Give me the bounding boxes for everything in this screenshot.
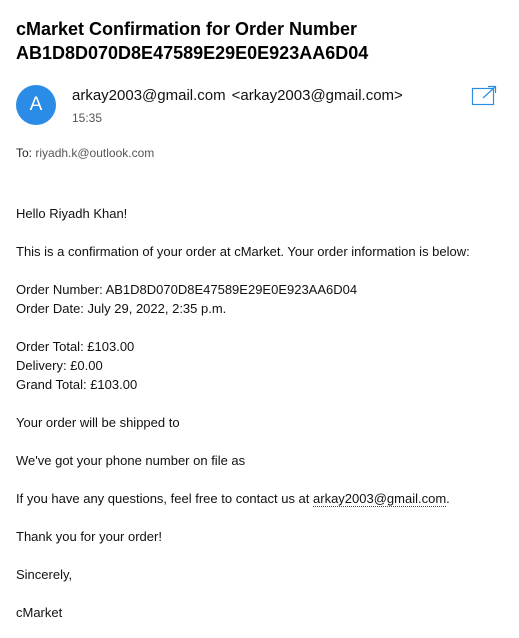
grand-total: Grand Total: £103.00 [16,377,138,392]
sender-line: arkay2003@gmail.com <arkay2003@gmail.com> [72,86,403,106]
sender-avatar[interactable]: A [16,85,56,125]
signoff: Sincerely, [16,567,73,582]
open-in-new-window-icon[interactable] [471,84,497,106]
contact-email-link[interactable]: arkay2003@gmail.com [313,491,447,507]
email-subject: cMarket Confirmation for Order Number AB… [16,19,369,63]
delivery-cost: Delivery: £0.00 [16,358,103,373]
shipping-text: Your order will be shipped to [16,415,180,430]
recipient-address[interactable]: riyadh.k@outlook.com [35,146,154,160]
received-time: 15:35 [72,111,103,125]
signature: cMarket [16,605,63,620]
questions-suffix: . [446,491,450,506]
to-label: To: [16,146,33,160]
order-number: Order Number: AB1D8D070D8E47589E29E0E923… [16,282,358,297]
order-date: Order Date: July 29, 2022, 2:35 p.m. [16,301,227,316]
phone-text: We've got your phone number on file as [16,453,246,468]
sender-name[interactable]: arkay2003@gmail.com [72,87,226,104]
questions-prefix: If you have any questions, feel free to … [16,491,314,506]
intro-text: This is a confirmation of your order at … [16,244,470,259]
greeting: Hello Riyadh Khan! [16,206,128,221]
questions-text: If you have any questions, feel free to … [16,489,511,508]
recipient-line: To: riyadh.k@outlook.com [16,145,154,161]
order-total: Order Total: £103.00 [16,339,135,354]
thanks-text: Thank you for your order! [16,529,162,544]
message-body: Hello Riyadh Khan! This is a confirmatio… [16,204,511,622]
sender-email[interactable]: <arkay2003@gmail.com> [232,87,403,104]
